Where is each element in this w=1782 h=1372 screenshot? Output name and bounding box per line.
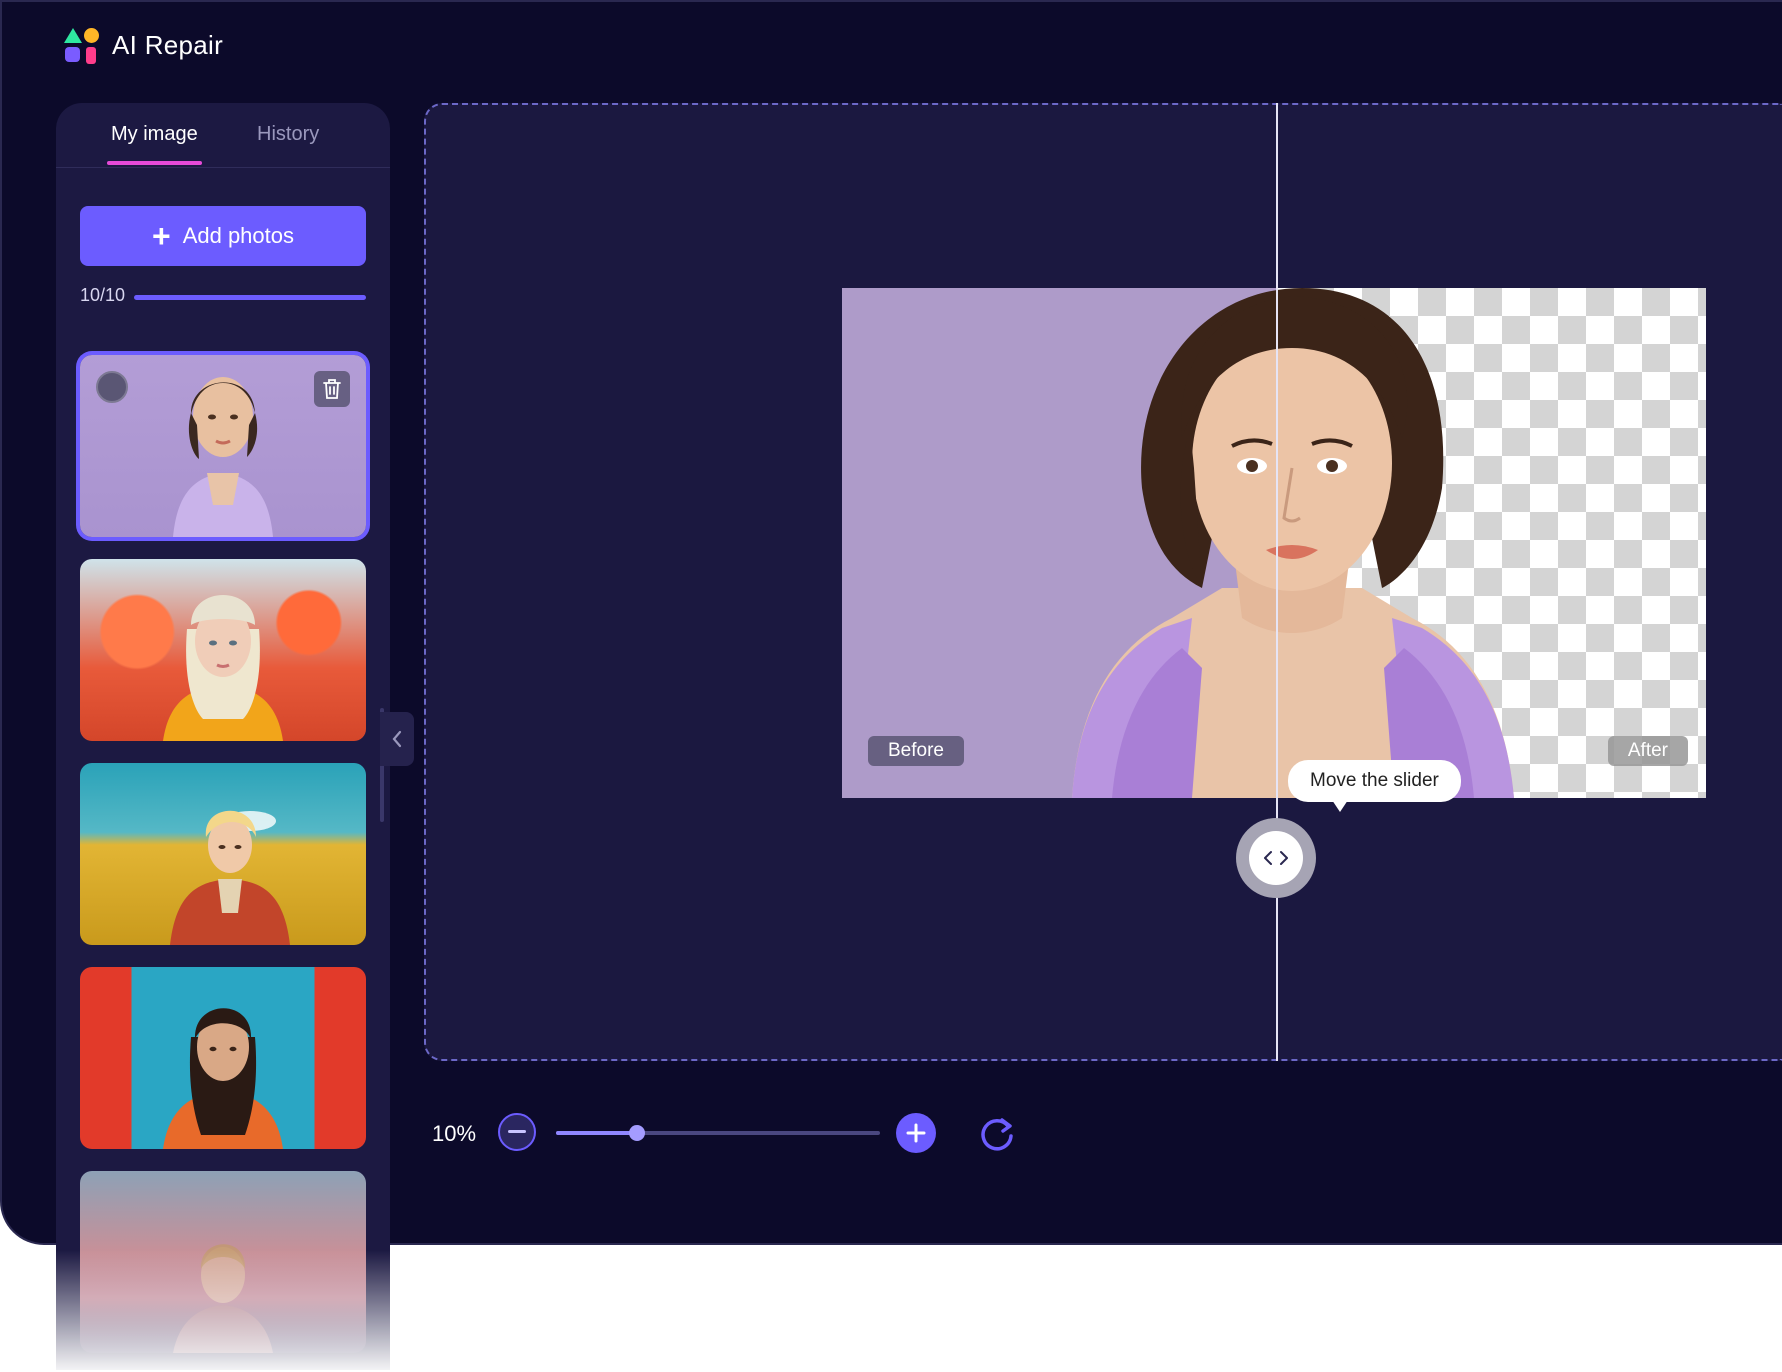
plus-icon (906, 1123, 926, 1143)
app-title: AI Repair (112, 29, 224, 60)
woman-portrait-figure (173, 377, 273, 537)
reset-view-button[interactable] (978, 1114, 1018, 1154)
thumbnail-man-yellow-field[interactable] (80, 763, 366, 945)
photo-count-progress (134, 295, 366, 300)
plus-icon: + (152, 218, 171, 254)
man-field-figure (170, 810, 290, 945)
photo-count: 10/10 (80, 285, 126, 305)
sidebar-tabs: My image History (56, 103, 390, 168)
image-sidebar: My image History + Add photos 10/10 (56, 103, 390, 1370)
arrows-left-right-icon (1249, 831, 1303, 885)
active-tab-indicator (107, 161, 202, 165)
tab-my-image[interactable]: My image (111, 123, 198, 146)
slider-tooltip: Move the slider (1288, 760, 1461, 812)
zoom-percentage: 10% (432, 1121, 477, 1146)
zoom-slider[interactable] (556, 1125, 880, 1141)
woman-sweater-figure (163, 1008, 283, 1149)
add-photos-button[interactable]: + Add photos (80, 206, 366, 266)
thumbnail-woman-purple-vest[interactable] (80, 355, 366, 537)
compare-slider-handle[interactable] (1236, 818, 1316, 898)
tab-history[interactable]: History (257, 123, 319, 146)
thumbnail-woman-mushrooms[interactable] (80, 559, 366, 741)
zoom-slider-fill (556, 1131, 637, 1135)
zoom-out-button[interactable] (498, 1113, 536, 1151)
after-label: After (1607, 736, 1688, 766)
before-label: Before (868, 736, 964, 766)
minus-icon (508, 1130, 526, 1133)
trash-icon (323, 379, 341, 399)
thumbnail-woman-pink-rocks[interactable] (80, 1171, 366, 1353)
zoom-in-button[interactable] (896, 1113, 936, 1153)
woman-portrait-large (1072, 288, 1514, 798)
woman-beanie-figure (163, 595, 283, 741)
thumbnail-woman-red-blue-structure[interactable] (80, 967, 366, 1149)
compare-divider-line (1276, 103, 1278, 1061)
collapse-sidebar-button[interactable] (380, 712, 414, 766)
add-photos-label: Add photos (182, 223, 294, 248)
woman-rocks-figure (173, 1244, 273, 1353)
chevron-left-icon (392, 730, 402, 748)
app-logo-icon (62, 26, 100, 64)
before-after-preview: Before After (842, 288, 1706, 798)
rotate-icon (981, 1118, 1013, 1151)
brand: AI Repair (62, 26, 223, 64)
select-checkbox[interactable] (96, 371, 128, 403)
zoom-slider-thumb[interactable] (629, 1125, 645, 1141)
delete-button[interactable] (314, 371, 350, 407)
